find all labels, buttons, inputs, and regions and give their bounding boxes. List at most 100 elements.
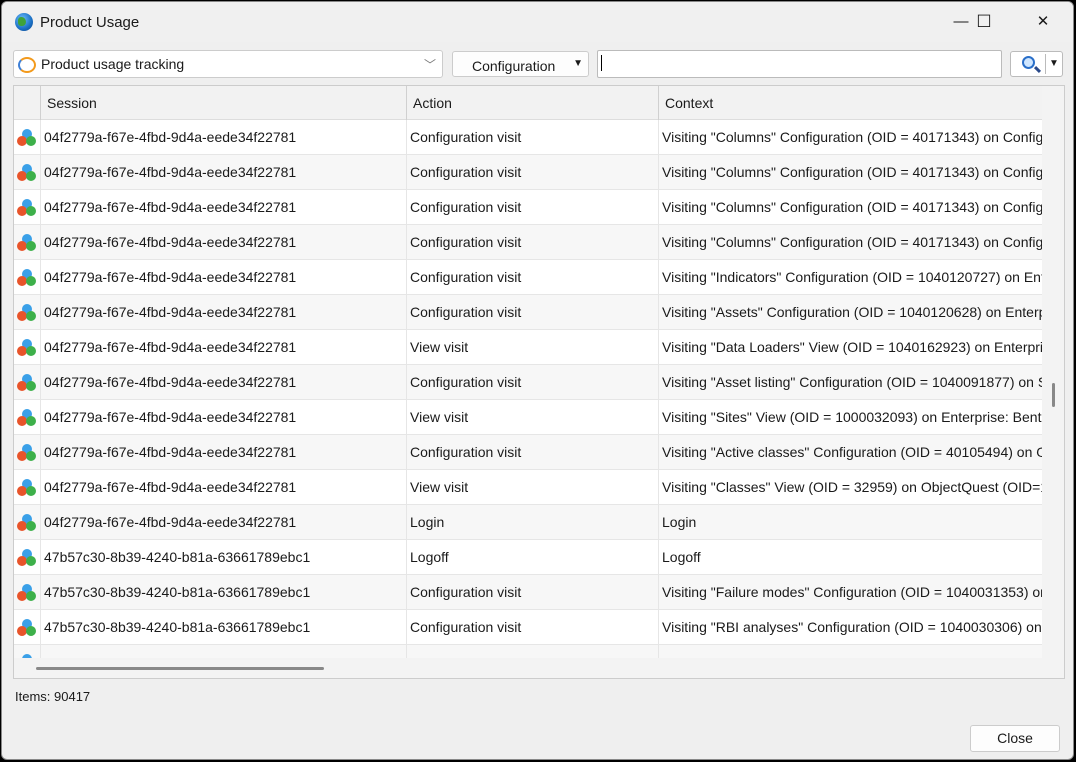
maximize-button[interactable]: ☐ [961, 2, 1007, 42]
usage-grid: Session Action Context 04f2779a-f67e-4fb… [13, 85, 1065, 679]
table-row[interactable]: 47b57c30-8b39-4240-b81a-63661789ebc1 Conf… [14, 610, 1042, 645]
context-cell: Visiting "Columns" Configuration (OID = … [658, 155, 1042, 190]
context-cell: Visiting "Classes" View (OID = 32959) on… [658, 470, 1042, 505]
table-row[interactable]: 04f2779a-f67e-4fbd-9d4a-eede34f22781 Conf… [14, 120, 1042, 155]
module-select-value: Product usage tracking [41, 56, 185, 72]
session-cell: 04f2779a-f67e-4fbd-9d4a-eede34f22781 [40, 470, 406, 505]
table-row[interactable]: 04f2779a-f67e-4fbd-9d4a-eede34f22781 View… [14, 330, 1042, 365]
usage-entry-icon [17, 584, 37, 602]
action-cell: Configuration visit [406, 120, 658, 155]
search-button[interactable]: ▼ [1010, 51, 1063, 77]
action-cell: Configuration visit [406, 610, 658, 645]
grid-rows: 04f2779a-f67e-4fbd-9d4a-eede34f22781 Conf… [14, 120, 1042, 678]
usage-entry-icon [17, 164, 37, 182]
action-cell: Configuration visit [406, 155, 658, 190]
session-cell: 04f2779a-f67e-4fbd-9d4a-eede34f22781 [40, 260, 406, 295]
session-cell: 04f2779a-f67e-4fbd-9d4a-eede34f22781 [40, 330, 406, 365]
action-cell: Configuration visit [406, 190, 658, 225]
table-row[interactable]: 04f2779a-f67e-4fbd-9d4a-eede34f22781 View… [14, 470, 1042, 505]
session-cell: 04f2779a-f67e-4fbd-9d4a-eede34f22781 [40, 155, 406, 190]
search-input[interactable] [597, 50, 1002, 78]
filter-label: Configuration [472, 58, 556, 74]
action-cell: View visit [406, 330, 658, 365]
horizontal-scrollbar[interactable] [14, 658, 1064, 678]
table-row[interactable]: 04f2779a-f67e-4fbd-9d4a-eede34f22781 Conf… [14, 435, 1042, 470]
column-header-session[interactable]: Session [40, 86, 406, 120]
context-cell: Visiting "Columns" Configuration (OID = … [658, 120, 1042, 155]
chevron-down-icon: ﹀ [423, 58, 436, 72]
vertical-scroll-thumb[interactable] [1052, 383, 1055, 407]
usage-entry-icon [17, 269, 37, 287]
horizontal-scroll-thumb[interactable] [36, 667, 324, 670]
action-cell: Configuration visit [406, 435, 658, 470]
table-row[interactable]: 04f2779a-f67e-4fbd-9d4a-eede34f22781 Logi… [14, 505, 1042, 540]
module-select[interactable]: Product usage tracking ﹀ [13, 50, 443, 78]
session-cell: 04f2779a-f67e-4fbd-9d4a-eede34f22781 [40, 365, 406, 400]
action-cell: Login [406, 505, 658, 540]
title-bar: Product Usage — ☐ ✕ [2, 2, 1073, 42]
vertical-scrollbar[interactable] [1042, 86, 1064, 660]
globe-icon [15, 13, 33, 31]
context-cell: Visiting "Indicators" Configuration (OID… [658, 260, 1042, 295]
context-cell: Login [658, 505, 1042, 540]
dropdown-arrow-icon: ▼ [573, 58, 583, 69]
context-cell: Visiting "Assets" Configuration (OID = 1… [658, 295, 1042, 330]
search-options-arrow-icon[interactable]: ▼ [1049, 58, 1059, 69]
session-cell: 47b57c30-8b39-4240-b81a-63661789ebc1 [40, 575, 406, 610]
table-row[interactable]: 47b57c30-8b39-4240-b81a-63661789ebc1 Logo… [14, 540, 1042, 575]
close-button[interactable]: Close [970, 725, 1060, 752]
session-cell: 47b57c30-8b39-4240-b81a-63661789ebc1 [40, 540, 406, 575]
action-cell: Configuration visit [406, 225, 658, 260]
text-caret [601, 55, 602, 71]
divider [1045, 54, 1046, 74]
usage-entry-icon [17, 479, 37, 497]
session-cell: 04f2779a-f67e-4fbd-9d4a-eede34f22781 [40, 225, 406, 260]
session-cell: 04f2779a-f67e-4fbd-9d4a-eede34f22781 [40, 400, 406, 435]
context-cell: Visiting "Columns" Configuration (OID = … [658, 190, 1042, 225]
column-header-action[interactable]: Action [406, 86, 658, 120]
context-cell: Visiting "Asset listing" Configuration (… [658, 365, 1042, 400]
session-cell: 04f2779a-f67e-4fbd-9d4a-eede34f22781 [40, 295, 406, 330]
product-usage-window: Product Usage — ☐ ✕ Product usage tracki… [1, 1, 1074, 760]
action-cell: Logoff [406, 540, 658, 575]
context-cell: Visiting "RBI analyses" Configuration (O… [658, 610, 1042, 645]
action-cell: Configuration visit [406, 260, 658, 295]
table-row[interactable]: 04f2779a-f67e-4fbd-9d4a-eede34f22781 Conf… [14, 365, 1042, 400]
table-row[interactable]: 04f2779a-f67e-4fbd-9d4a-eede34f22781 View… [14, 400, 1042, 435]
table-row[interactable]: 04f2779a-f67e-4fbd-9d4a-eede34f22781 Conf… [14, 190, 1042, 225]
action-cell: Configuration visit [406, 575, 658, 610]
usage-entry-icon [17, 234, 37, 252]
search-icon [1022, 56, 1035, 69]
usage-entry-icon [17, 199, 37, 217]
table-row[interactable]: 04f2779a-f67e-4fbd-9d4a-eede34f22781 Conf… [14, 295, 1042, 330]
table-row[interactable]: 04f2779a-f67e-4fbd-9d4a-eede34f22781 Conf… [14, 155, 1042, 190]
session-cell: 47b57c30-8b39-4240-b81a-63661789ebc1 [40, 610, 406, 645]
usage-entry-icon [17, 409, 37, 427]
window-title: Product Usage [40, 14, 140, 31]
action-cell: Configuration visit [406, 365, 658, 400]
table-row[interactable]: 04f2779a-f67e-4fbd-9d4a-eede34f22781 Conf… [14, 225, 1042, 260]
table-row[interactable]: 04f2779a-f67e-4fbd-9d4a-eede34f22781 Conf… [14, 260, 1042, 295]
context-cell: Logoff [658, 540, 1042, 575]
tracking-icon [18, 57, 36, 73]
column-header-context[interactable]: Context [658, 86, 1042, 120]
usage-entry-icon [17, 514, 37, 532]
context-cell: Visiting "Failure modes" Configuration (… [658, 575, 1042, 610]
usage-entry-icon [17, 339, 37, 357]
action-cell: Configuration visit [406, 295, 658, 330]
context-cell: Visiting "Data Loaders" View (OID = 1040… [658, 330, 1042, 365]
context-cell: Visiting "Sites" View (OID = 1000032093)… [658, 400, 1042, 435]
usage-entry-icon [17, 374, 37, 392]
context-cell: Visiting "Active classes" Configuration … [658, 435, 1042, 470]
session-cell: 04f2779a-f67e-4fbd-9d4a-eede34f22781 [40, 190, 406, 225]
action-cell: View visit [406, 400, 658, 435]
context-cell: Visiting "Columns" Configuration (OID = … [658, 225, 1042, 260]
grid-header: Session Action Context [14, 86, 1042, 120]
usage-entry-icon [17, 129, 37, 147]
table-row[interactable]: 47b57c30-8b39-4240-b81a-63661789ebc1 Conf… [14, 575, 1042, 610]
item-count: Items: 90417 [15, 689, 91, 704]
filter-dropdown[interactable]: Configuration ▼ [452, 51, 589, 77]
close-window-button[interactable]: ✕ [1020, 2, 1066, 42]
usage-entry-icon [17, 619, 37, 637]
usage-entry-icon [17, 549, 37, 567]
